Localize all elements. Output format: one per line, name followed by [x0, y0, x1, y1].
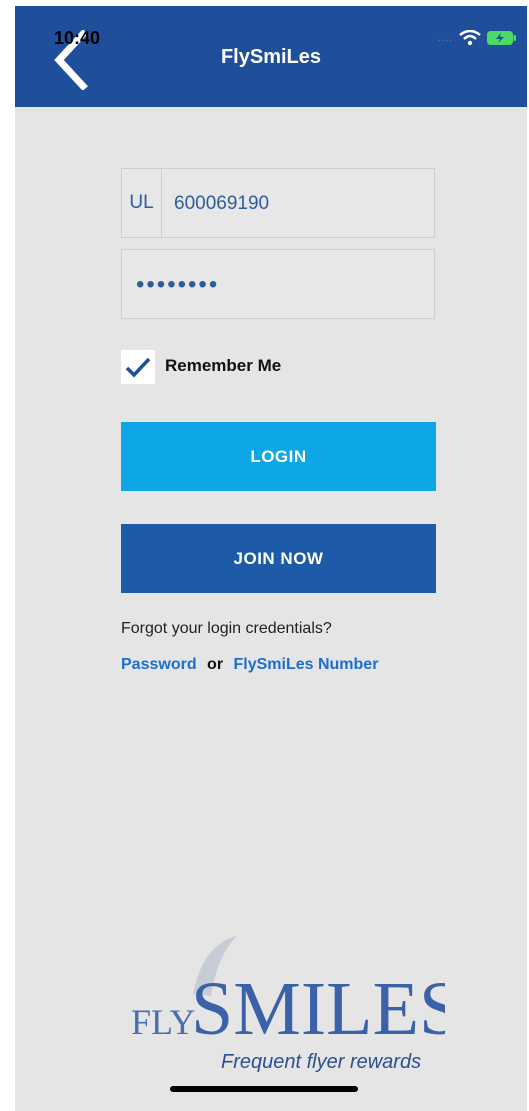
battery-icon [487, 31, 516, 45]
password-input[interactable] [134, 250, 428, 320]
app-screen: 10:40 FlySmiLes .... UL Re [15, 6, 527, 1111]
signal-dots-icon: .... [437, 32, 453, 44]
checkmark-icon [125, 357, 151, 378]
status-icons: .... [438, 30, 517, 46]
member-number-field: UL [121, 168, 435, 239]
remember-me-checkbox[interactable] [121, 350, 155, 384]
svg-text:Frequent flyer rewards: Frequent flyer rewards [221, 1051, 421, 1073]
or-text: or [207, 656, 224, 673]
home-indicator[interactable] [170, 1086, 358, 1092]
forgot-credentials-text: Forgot your login credentials? [121, 620, 332, 637]
navigation-bar: 10:40 FlySmiLes .... [15, 6, 527, 107]
forgot-number-link[interactable]: FlySmiLes Number [234, 656, 379, 673]
remember-me-label: Remember Me [165, 356, 282, 375]
svg-text:FLY: FLY [131, 1002, 195, 1042]
page-title: FlySmiLes [220, 46, 322, 68]
join-now-button[interactable]: JOIN NOW [121, 524, 436, 593]
flysmiles-logo: FLY SMILES Frequent flyer rewards [131, 936, 445, 1073]
remember-me-row: Remember Me [121, 350, 281, 384]
forgot-password-link[interactable]: Password [121, 656, 197, 673]
member-prefix: UL [122, 169, 162, 237]
member-number-input[interactable] [172, 169, 426, 239]
svg-text:SMILES: SMILES [191, 967, 445, 1051]
password-field [121, 249, 435, 320]
recovery-links: Password or FlySmiLes Number [121, 656, 378, 674]
login-button[interactable]: LOGIN [121, 422, 436, 491]
wifi-icon [459, 30, 481, 46]
